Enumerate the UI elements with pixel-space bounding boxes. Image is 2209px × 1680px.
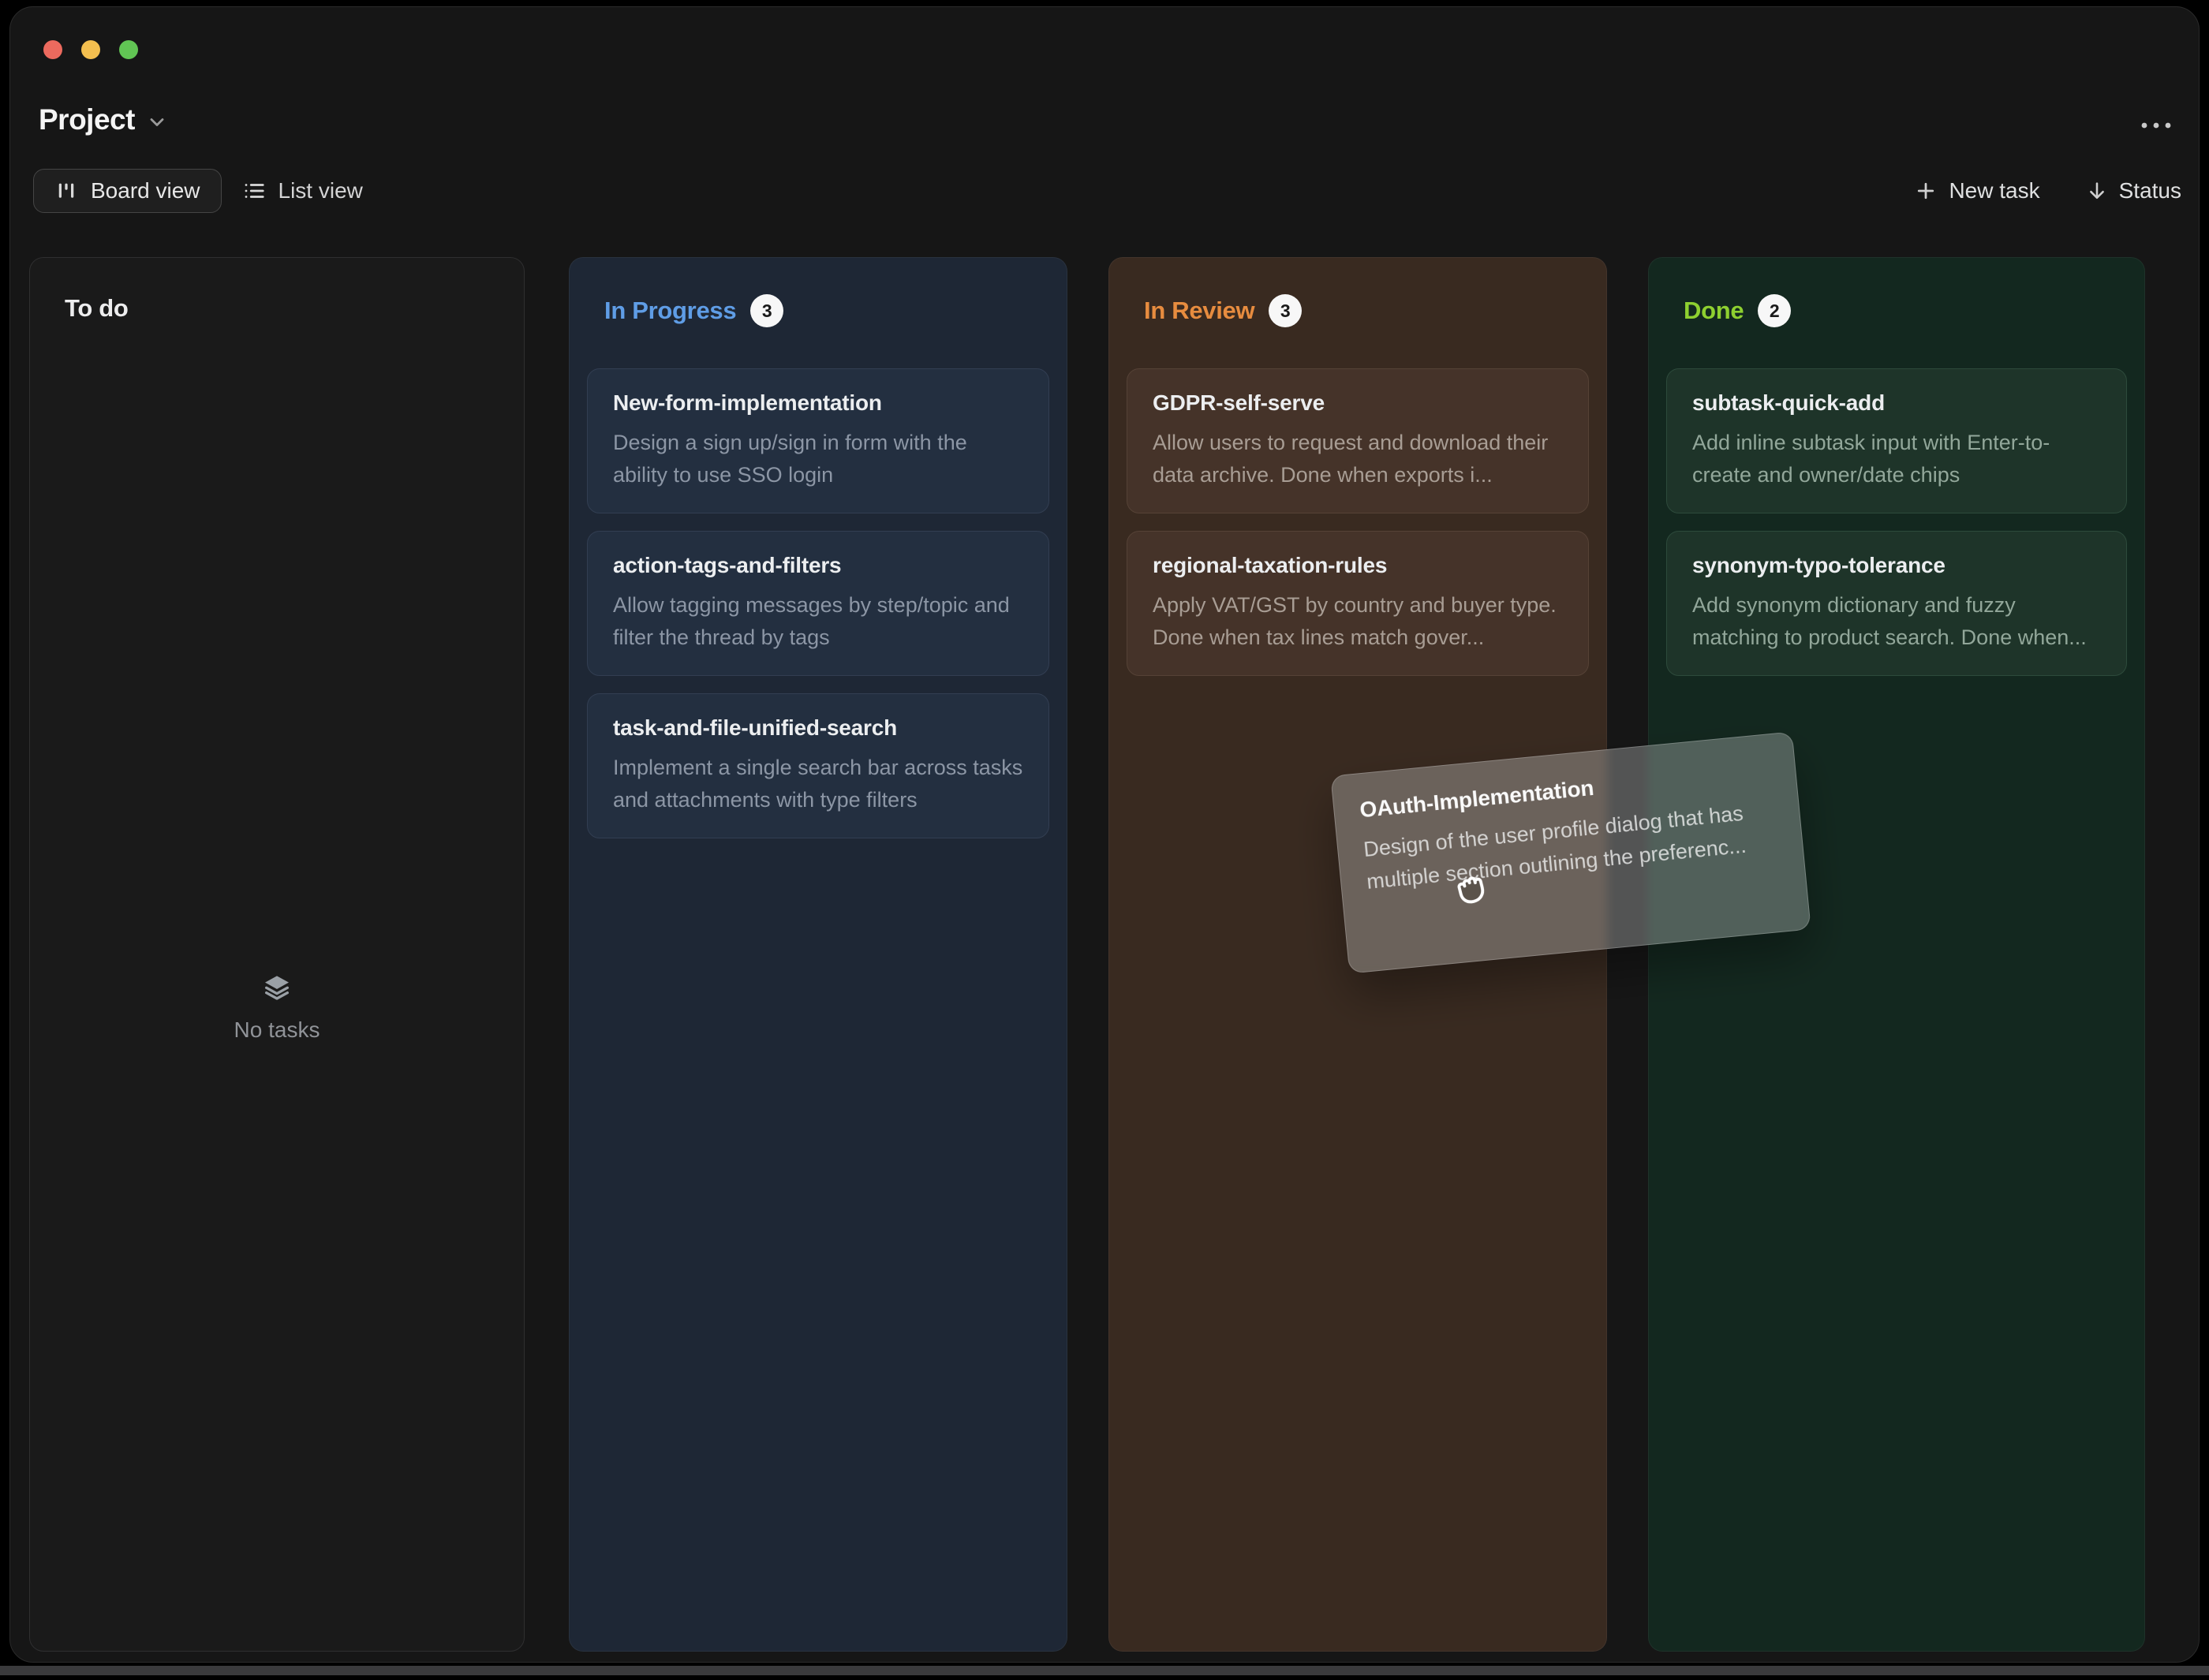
board-view-button[interactable]: Board view [33,169,222,213]
column-header: In Review 3 [1144,294,1572,327]
column-header: Done 2 [1684,294,2110,327]
task-card-title: GDPR-self-serve [1153,390,1563,416]
card-list: New-form-implementation Design a sign up… [587,368,1049,838]
task-card[interactable]: regional-taxation-rules Apply VAT/GST by… [1127,531,1589,676]
column-count-badge: 2 [1758,294,1791,327]
column-header: To do [65,294,489,323]
project-title-dropdown[interactable]: Project [39,103,168,136]
task-card-description: Apply VAT/GST by country and buyer type.… [1153,589,1563,654]
status-sort-button[interactable]: Status [2086,178,2181,203]
kanban-icon [54,179,78,203]
close-button[interactable] [43,40,62,59]
view-switcher: Board view List view [33,169,383,213]
plus-icon [1914,179,1938,203]
task-card[interactable]: subtask-quick-add Add inline subtask inp… [1666,368,2127,513]
task-card[interactable]: GDPR-self-serve Allow users to request a… [1127,368,1589,513]
column-in-progress: In Progress 3 New-form-implementation De… [569,257,1067,1652]
empty-state: No tasks [30,972,524,1043]
task-card-title: regional-taxation-rules [1153,553,1563,578]
ellipsis-icon [2139,121,2173,130]
task-card-description: Implement a single search bar across tas… [613,752,1023,816]
card-list: subtask-quick-add Add inline subtask inp… [1666,368,2127,676]
task-card-title: task-and-file-unified-search [613,715,1023,741]
task-card[interactable]: synonym-typo-tolerance Add synonym dicti… [1666,531,2127,676]
task-card-title: New-form-implementation [613,390,1023,416]
status-label: Status [2119,178,2181,203]
new-task-label: New task [1949,178,2039,203]
list-icon [242,179,266,203]
dock-strip [0,1666,2209,1675]
column-title: To do [65,294,129,323]
app-window: Project Board view List view New task St… [9,6,2200,1663]
task-card-description: Add synonym dictionary and fuzzy matchin… [1692,589,2101,654]
column-count-badge: 3 [750,294,783,327]
task-card[interactable]: action-tags-and-filters Allow tagging me… [587,531,1049,676]
column-title: In Review [1144,297,1254,325]
arrow-down-icon [2086,180,2108,202]
task-card-title: subtask-quick-add [1692,390,2101,416]
empty-state-label: No tasks [234,1017,320,1043]
minimize-button[interactable] [81,40,100,59]
card-list: GDPR-self-serve Allow users to request a… [1127,368,1589,676]
task-card-description: Allow users to request and download thei… [1153,427,1563,491]
toolbar-actions: New task Status [1914,169,2181,213]
column-title: Done [1684,297,1744,325]
list-view-label: List view [278,178,363,203]
task-card-title: synonym-typo-tolerance [1692,553,2101,578]
column-count-badge: 3 [1269,294,1302,327]
new-task-button[interactable]: New task [1914,178,2039,203]
column-header: In Progress 3 [604,294,1032,327]
page-title: Project [39,103,135,136]
list-view-button[interactable]: List view [222,169,383,213]
column-done: Done 2 subtask-quick-add Add inline subt… [1648,257,2145,1652]
more-menu-button[interactable] [2139,116,2173,135]
task-card-description: Allow tagging messages by step/topic and… [613,589,1023,654]
window-controls [43,40,138,59]
task-card-description: Add inline subtask input with Enter-to-c… [1692,427,2101,491]
task-card[interactable]: task-and-file-unified-search Implement a… [587,693,1049,838]
zoom-button[interactable] [119,40,138,59]
column-todo: To do No tasks [29,257,525,1652]
task-card[interactable]: New-form-implementation Design a sign up… [587,368,1049,513]
column-title: In Progress [604,297,736,325]
chevron-down-icon [146,111,168,133]
task-card-title: action-tags-and-filters [613,553,1023,578]
board-view-label: Board view [91,178,200,203]
layers-icon [261,972,293,1003]
task-card-description: Design a sign up/sign in form with the a… [613,427,1023,491]
